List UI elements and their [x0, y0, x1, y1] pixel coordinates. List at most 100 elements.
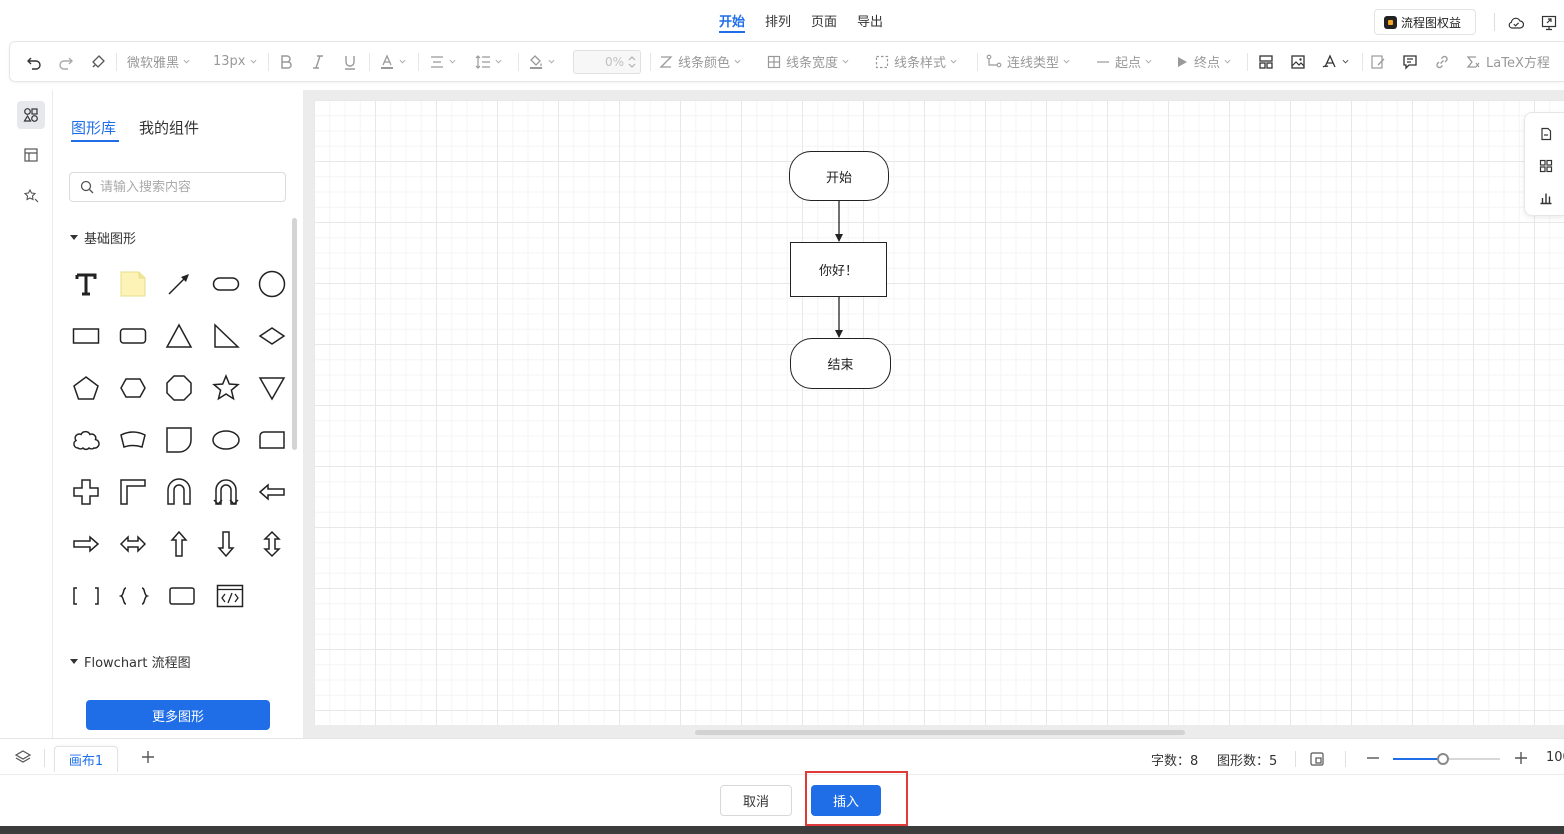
shape-up-down-arrow[interactable]	[252, 524, 292, 564]
shape-triangle[interactable]	[159, 316, 199, 356]
line-style-button[interactable]: 线条样式	[875, 42, 957, 81]
section-flowchart[interactable]: Flowchart 流程图	[70, 652, 191, 671]
insert-image-button[interactable]	[1290, 42, 1306, 81]
tab-shape-library[interactable]: 图形库	[71, 117, 116, 138]
shape-down-arrow[interactable]	[206, 524, 246, 564]
shape-left-arrow[interactable]	[252, 472, 292, 512]
stepper-icon[interactable]	[628, 54, 636, 70]
link-button[interactable]	[1434, 42, 1450, 81]
shape-u-turn-arrow[interactable]	[159, 472, 199, 512]
shape-arrow-line[interactable]	[159, 264, 199, 304]
flow-node-start[interactable]: 开始	[789, 151, 889, 201]
shape-star[interactable]	[206, 368, 246, 408]
end-point-button[interactable]: 终点	[1175, 42, 1231, 81]
comment-button[interactable]	[1402, 42, 1418, 81]
fill-color-button[interactable]	[528, 42, 555, 81]
components-button[interactable]	[1537, 157, 1555, 175]
shape-diamond[interactable]	[252, 316, 292, 356]
shape-library-tab[interactable]	[17, 101, 45, 129]
shape-note[interactable]	[113, 264, 153, 304]
add-page-icon[interactable]	[140, 749, 156, 765]
font-color-button[interactable]	[379, 42, 406, 81]
nav-page[interactable]: 页面	[811, 11, 837, 30]
shape-up-arrow[interactable]	[159, 524, 199, 564]
drawing-canvas[interactable]: 开始 你好！ 结束	[314, 100, 1564, 725]
flowchart-rights-button[interactable]: 流程图权益	[1374, 9, 1476, 35]
opacity-input[interactable]: 0%	[573, 50, 641, 74]
text-style-button[interactable]	[1322, 42, 1349, 81]
shape-circle[interactable]	[252, 264, 292, 304]
shape-text[interactable]	[66, 264, 106, 304]
page-settings-button[interactable]	[1537, 125, 1555, 143]
shape-inverted-triangle[interactable]	[252, 368, 292, 408]
underline-button[interactable]	[343, 42, 357, 81]
shape-rectangle[interactable]	[66, 316, 106, 356]
flow-node-process[interactable]: 你好！	[790, 242, 887, 297]
shape-window[interactable]	[162, 576, 202, 616]
shape-code-block[interactable]	[210, 576, 250, 616]
page-tab-canvas-1[interactable]: 画布1	[54, 746, 118, 772]
font-family-select[interactable]: 微软雅黑	[127, 42, 190, 81]
ai-tab[interactable]	[17, 181, 45, 209]
nav-arrange[interactable]: 排列	[765, 11, 791, 30]
start-point-button[interactable]: 起点	[1096, 42, 1152, 81]
shape-right-arrow[interactable]	[66, 524, 106, 564]
shape-octagon[interactable]	[159, 368, 199, 408]
redo-button[interactable]	[58, 42, 74, 81]
shape-pentagon[interactable]	[66, 368, 106, 408]
shape-brackets[interactable]	[66, 576, 106, 616]
layers-icon[interactable]	[14, 749, 32, 765]
layout-button[interactable]	[1258, 42, 1274, 81]
shape-card[interactable]	[252, 420, 292, 460]
line-color-button[interactable]: 线条颜色	[659, 42, 741, 81]
zoom-slider[interactable]	[1393, 753, 1500, 765]
search-input[interactable]	[100, 179, 270, 195]
canvas-horizontal-scrollbar[interactable]	[695, 730, 1185, 735]
text-align-button[interactable]	[429, 42, 456, 81]
shape-rounded-rect[interactable]	[206, 264, 246, 304]
panel-scrollbar[interactable]	[292, 218, 297, 450]
shape-banner[interactable]	[113, 420, 153, 460]
font-size-select[interactable]: 13px	[213, 42, 257, 81]
shape-braces[interactable]	[114, 576, 154, 616]
line-width-button[interactable]: 线条宽度	[767, 42, 849, 81]
shape-corner[interactable]	[113, 472, 153, 512]
insert-button[interactable]: 插入	[811, 785, 881, 816]
shape-cross[interactable]	[66, 472, 106, 512]
italic-button[interactable]	[311, 42, 325, 81]
flow-node-end[interactable]: 结束	[790, 338, 891, 389]
shape-document-shape[interactable]	[159, 420, 199, 460]
format-painter-button[interactable]	[90, 42, 106, 81]
template-tab[interactable]	[17, 141, 45, 169]
chevron-down-icon	[950, 59, 957, 64]
nav-export[interactable]: 导出	[857, 11, 883, 30]
search-box[interactable]	[69, 172, 286, 202]
shape-rounded-rectangle[interactable]	[113, 316, 153, 356]
shape-right-triangle[interactable]	[206, 316, 246, 356]
more-shapes-button[interactable]: 更多图形	[86, 700, 270, 730]
minimap-icon[interactable]	[1309, 751, 1325, 767]
zoom-slider-knob[interactable]	[1437, 753, 1450, 765]
shape-hexagon[interactable]	[113, 368, 153, 408]
shape-u-turn-arrow-outline[interactable]	[206, 472, 246, 512]
double-arrow-icon	[119, 535, 147, 553]
format-toolbar: 微软雅黑 13px 0% 线条颜色 线条宽度 线条样式 连线类型 起点 终点 L…	[9, 41, 1564, 82]
shape-double-arrow[interactable]	[113, 524, 153, 564]
connector-type-button[interactable]: 连线类型	[986, 42, 1070, 81]
cloud-saved-icon[interactable]	[1508, 16, 1524, 30]
zoom-out-icon[interactable]	[1366, 750, 1380, 766]
bold-button[interactable]	[279, 42, 293, 81]
shape-ellipse[interactable]	[206, 420, 246, 460]
cancel-button[interactable]: 取消	[720, 785, 792, 816]
exit-fullscreen-icon[interactable]	[1541, 15, 1557, 31]
tab-my-components[interactable]: 我的组件	[139, 117, 199, 138]
shape-cloud[interactable]	[66, 420, 106, 460]
edit-button[interactable]	[1370, 42, 1386, 81]
section-basic-shapes[interactable]: 基础图形	[70, 228, 136, 247]
undo-button[interactable]	[26, 42, 42, 81]
chart-button[interactable]	[1537, 189, 1555, 207]
nav-start[interactable]: 开始	[719, 11, 745, 30]
latex-button[interactable]: LaTeX方程	[1465, 42, 1550, 81]
zoom-in-icon[interactable]	[1514, 750, 1528, 766]
line-spacing-button[interactable]	[475, 42, 502, 81]
